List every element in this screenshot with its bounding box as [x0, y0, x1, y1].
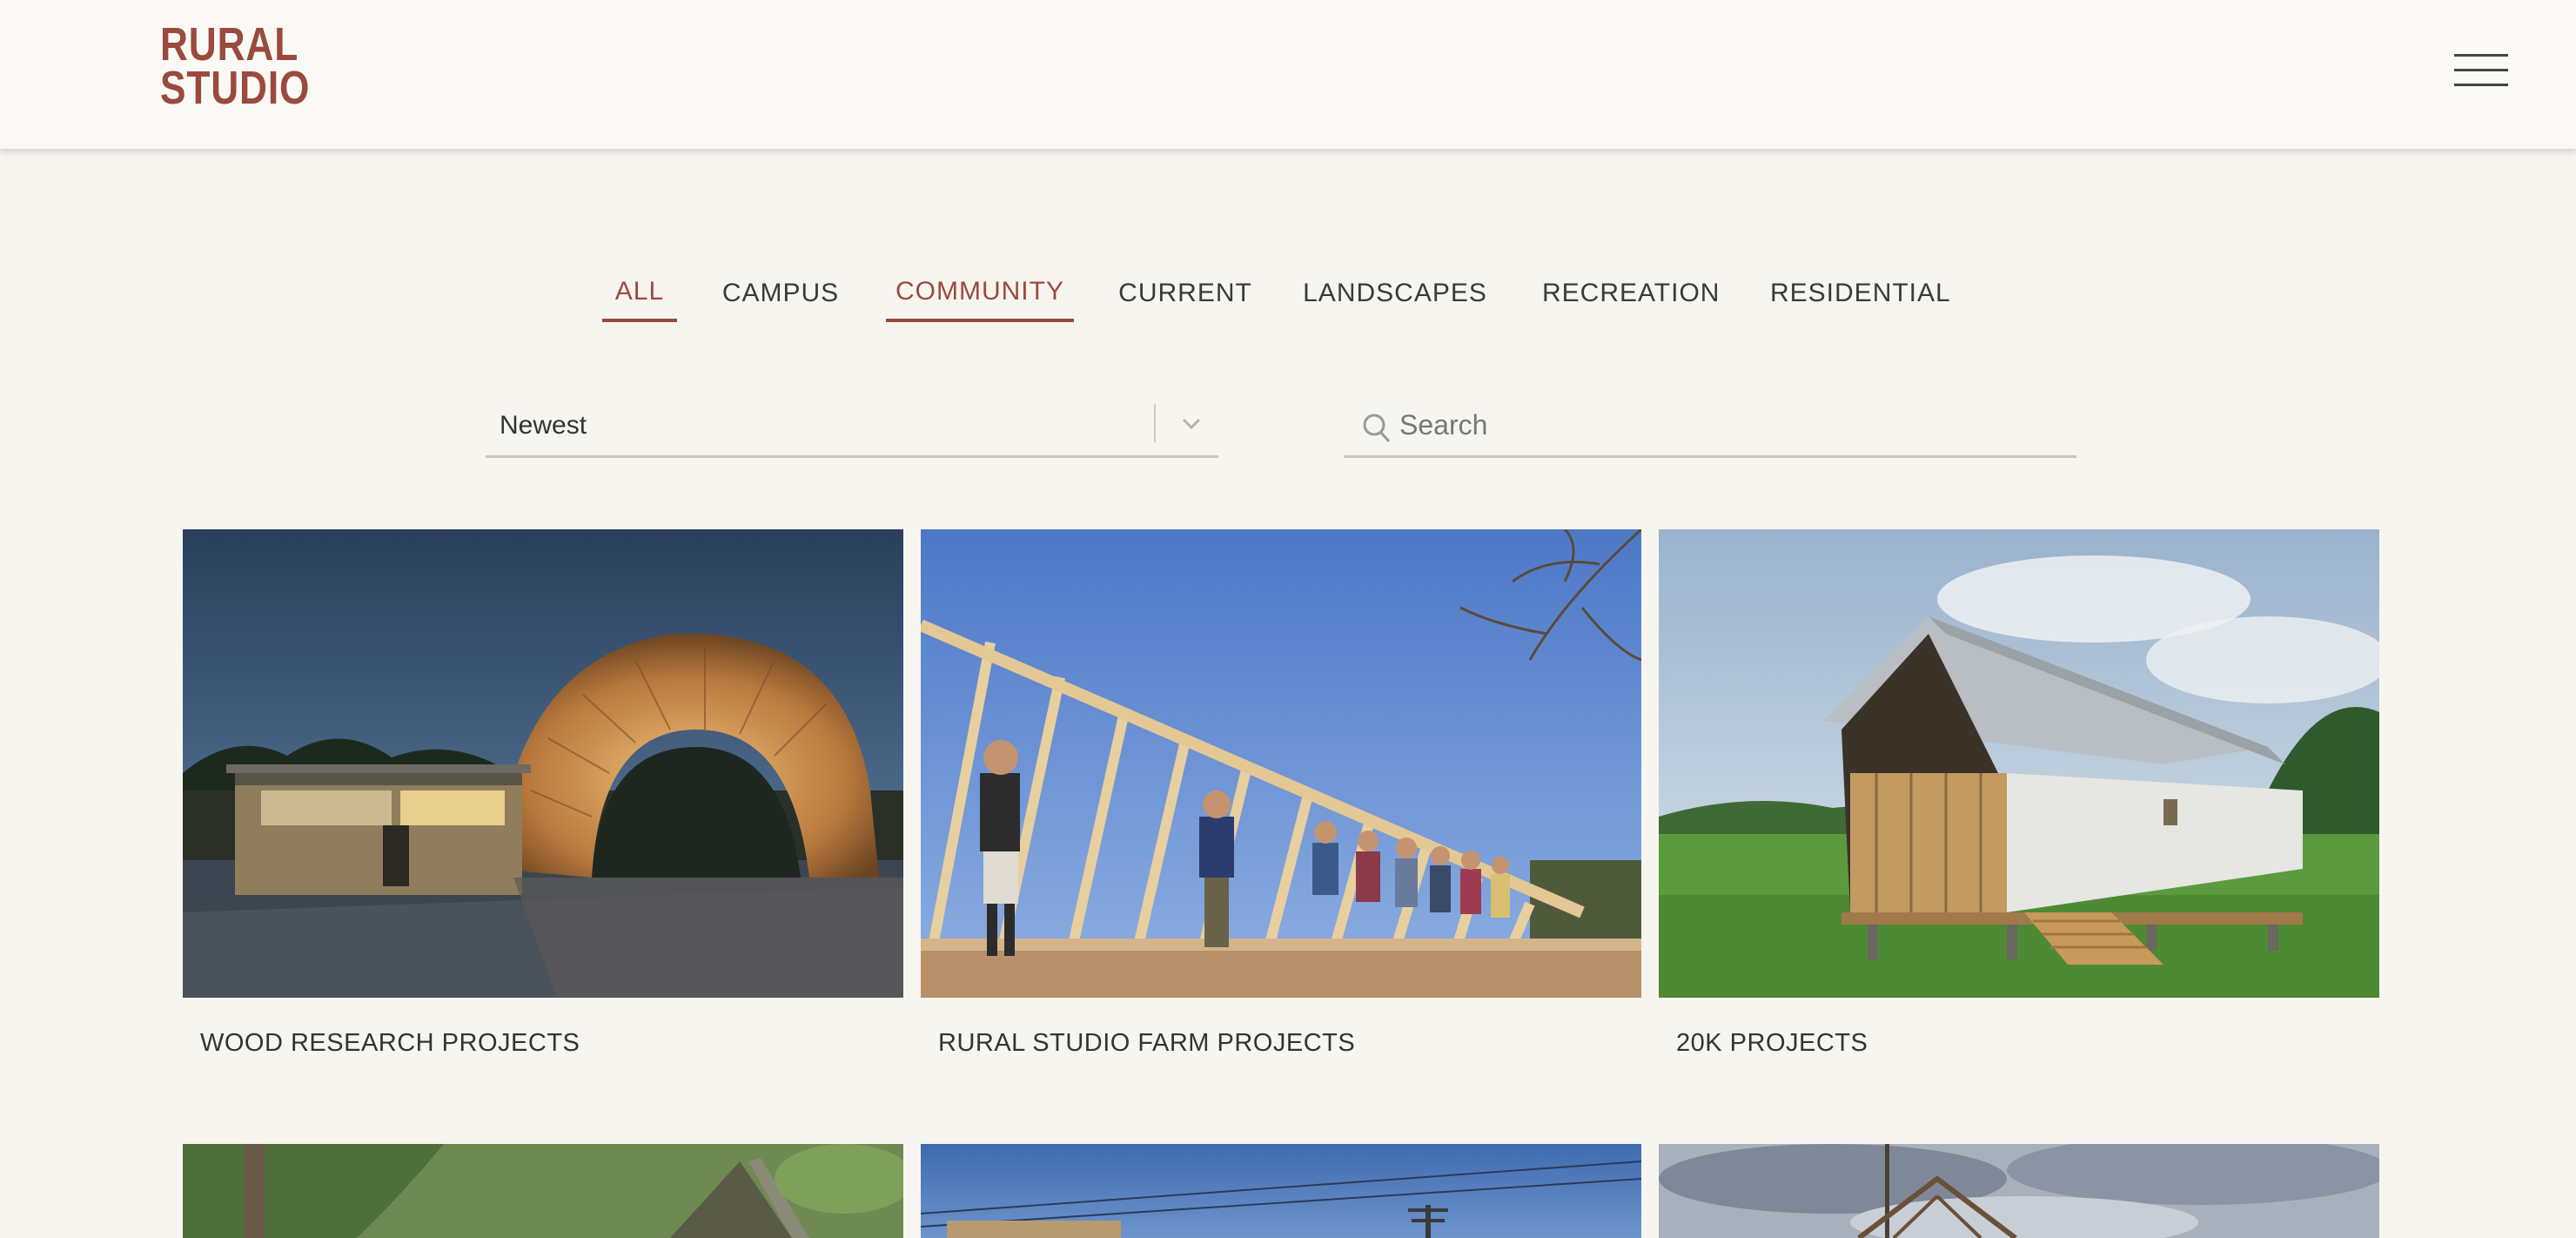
site-header: RURAL STUDIO — [0, 0, 2576, 150]
project-card-20k[interactable]: 20K PROJECTS — [1659, 529, 2379, 1087]
project-card-row2-2[interactable] — [921, 1144, 1641, 1238]
rural-studio-logo[interactable]: RURAL STUDIO — [160, 18, 311, 114]
project-image-wood-research[interactable] — [183, 529, 903, 998]
tab-recreation[interactable]: RECREATION — [1542, 270, 1719, 322]
sort-divider — [1154, 404, 1156, 442]
project-image-row2-3[interactable] — [1659, 1144, 2379, 1238]
tab-campus[interactable]: CAMPUS — [719, 270, 842, 322]
tab-current[interactable]: CURRENT — [1117, 270, 1253, 322]
logo-line-2: STUDIO — [160, 62, 311, 114]
tab-residential[interactable]: RESIDENTIAL — [1770, 270, 1950, 322]
project-image-farm[interactable] — [921, 529, 1641, 998]
project-title[interactable]: 20K PROJECTS — [1676, 1029, 1868, 1058]
category-tabs: ALL CAMPUS COMMUNITY CURRENT LANDSCAPES … — [0, 270, 2576, 322]
project-image-row2-2[interactable] — [921, 1144, 1641, 1238]
project-image-row2-1[interactable] — [183, 1144, 903, 1238]
project-card-wood-research[interactable]: WOOD RESEARCH PROJECTS — [183, 529, 903, 1087]
search-input[interactable] — [1399, 404, 2061, 446]
logo-line-1: RURAL — [160, 18, 299, 71]
sort-value: Newest — [500, 411, 587, 440]
project-title[interactable]: WOOD RESEARCH PROJECTS — [200, 1029, 580, 1058]
search-icon — [1361, 411, 1392, 450]
tab-landscapes[interactable]: LANDSCAPES — [1302, 270, 1488, 322]
chevron-down-icon[interactable] — [1177, 409, 1206, 443]
project-title[interactable]: RURAL STUDIO FARM PROJECTS — [938, 1029, 1355, 1058]
tab-community[interactable]: COMMUNITY — [886, 270, 1074, 322]
project-card-farm[interactable]: RURAL STUDIO FARM PROJECTS — [921, 529, 1641, 1087]
project-card-row2-1[interactable] — [183, 1144, 903, 1238]
project-card-row2-3[interactable] — [1659, 1144, 2379, 1238]
project-image-20k[interactable] — [1659, 529, 2379, 998]
hamburger-icon[interactable] — [2454, 52, 2508, 89]
tab-all[interactable]: ALL — [602, 270, 677, 322]
search-box — [1344, 400, 2076, 458]
sort-select[interactable]: Newest — [486, 400, 1218, 458]
